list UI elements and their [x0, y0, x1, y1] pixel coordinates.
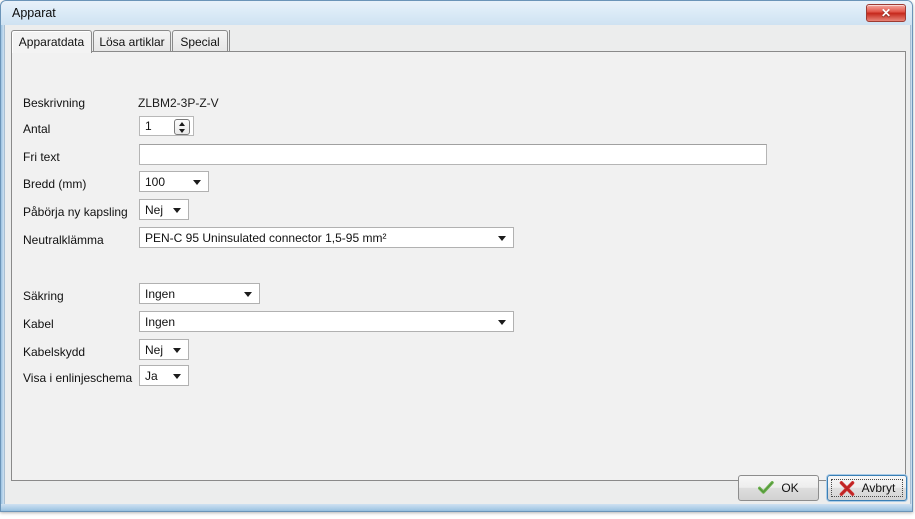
value-beskrivning: ZLBM2-3P-Z-V [138, 96, 219, 110]
dialog-titlebar[interactable]: Apparat ✕ [1, 1, 912, 25]
tab-special[interactable]: Special [172, 30, 228, 52]
chevron-down-icon[interactable] [498, 235, 506, 241]
label-antal: Antal [23, 122, 51, 136]
bredd-dropdown[interactable]: 100 [139, 171, 209, 192]
chevron-down-icon[interactable] [498, 319, 506, 325]
ok-button-label: OK [781, 481, 799, 495]
label-visa-i-enlinjeschema: Visa i enlinjeschema [23, 371, 133, 385]
tab-label: Lösa artiklar [99, 34, 165, 49]
tab-label: Special [180, 34, 220, 49]
close-button[interactable]: ✕ [866, 4, 906, 22]
label-sakring: Säkring [23, 289, 64, 303]
spin-up-icon[interactable] [175, 120, 189, 127]
paborja-ny-kapsling-dropdown[interactable]: Nej [139, 199, 189, 220]
sakring-value: Ingen [145, 286, 176, 301]
cancel-button-label: Avbryt [861, 481, 896, 495]
desktop-background: Shift+Dra = Sammankoppla Apparat ✕ Appar… [0, 0, 915, 519]
antal-spin-buttons[interactable] [174, 119, 190, 135]
kabel-dropdown[interactable]: Ingen [139, 311, 514, 332]
tab-label: Apparatdata [18, 35, 85, 49]
frame-edge-bottom [1, 504, 912, 511]
chevron-down-icon[interactable] [173, 207, 181, 213]
label-neutralklamma: Neutralklämma [23, 233, 104, 247]
tabstrip: Apparatdata Lösa artiklar Special [11, 30, 906, 53]
tabstrip-filler [229, 30, 232, 52]
label-paborja-ny-kapsling: Påbörja ny kapsling [23, 205, 128, 219]
label-kabelskydd: Kabelskydd [23, 345, 86, 359]
antal-stepper[interactable]: 1 [139, 116, 194, 136]
label-beskrivning: Beskrivning [23, 96, 86, 110]
label-bredd: Bredd (mm) [23, 177, 87, 191]
chevron-down-icon[interactable] [193, 179, 201, 185]
chevron-down-icon[interactable] [173, 373, 181, 379]
check-icon [758, 481, 775, 494]
dialog-title: Apparat [12, 6, 56, 20]
ok-button[interactable]: OK [738, 475, 819, 501]
tab-losa-artiklar[interactable]: Lösa artiklar [93, 30, 171, 52]
cancel-button[interactable]: Avbryt [827, 475, 907, 501]
neutralklamma-value: PEN-C 95 Uninsulated connector 1,5-95 mm… [145, 230, 387, 245]
tabpage-apparatdata: Beskrivning ZLBM2-3P-Z-V Antal 1 Fri tex… [11, 51, 906, 481]
fri-text-input[interactable] [139, 144, 767, 165]
visa-i-enlinjeschema-dropdown[interactable]: Ja [139, 365, 189, 386]
frame-edge-left [1, 25, 4, 510]
label-fri-text: Fri text [23, 150, 60, 164]
frame-edge-right [911, 25, 912, 510]
apparat-dialog: Apparat ✕ Apparatdata Lösa artiklar Spec… [0, 0, 913, 512]
neutralklamma-dropdown[interactable]: PEN-C 95 Uninsulated connector 1,5-95 mm… [139, 227, 514, 248]
tab-apparatdata[interactable]: Apparatdata [11, 30, 92, 53]
label-kabel: Kabel [23, 317, 54, 331]
chevron-down-icon[interactable] [244, 291, 252, 297]
dialog-client-area: Apparatdata Lösa artiklar Special Beskri… [4, 25, 911, 510]
spin-down-icon[interactable] [175, 127, 189, 134]
close-icon: ✕ [880, 6, 892, 20]
kabelskydd-dropdown[interactable]: Nej [139, 339, 189, 360]
sakring-dropdown[interactable]: Ingen [139, 283, 260, 304]
chevron-down-icon[interactable] [173, 347, 181, 353]
kabel-value: Ingen [145, 314, 176, 329]
close-x-icon [839, 480, 854, 496]
